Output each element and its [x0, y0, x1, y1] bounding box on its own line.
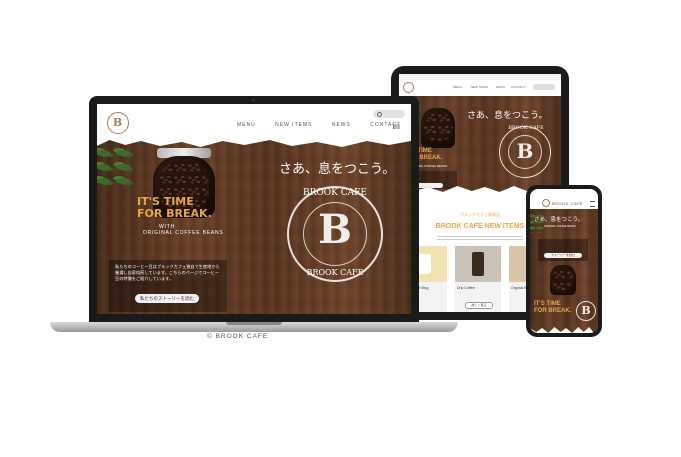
phone-sub-label: ORIGINAL COFFEE BEANS — [544, 225, 576, 228]
laptop-notch — [226, 322, 282, 325]
tablet-navbar: MENU NEW ITEMS NEWS CONTACT — [399, 80, 561, 96]
phone-device: BROOK CAFE さあ、息をつこう。 ORIGINAL COFFEE BEA… — [526, 185, 602, 337]
tablet-section-desc — [437, 236, 523, 242]
phone-story-button[interactable]: ストーリーを読む — [544, 253, 582, 258]
phone-body-box: ストーリーを読む — [538, 239, 588, 261]
laptop-sub-label: WITH ORIGINAL COFFEE BEANS — [143, 224, 224, 236]
laptop-heading: さあ、息をつこう。 — [279, 162, 396, 177]
laptop-body-text: 私たちのコーヒー豆はブルックカフェ独自で生産地から厳選し自家焙煎しています。こち… — [115, 264, 220, 281]
tablet-product-name: Drip Coffee — [457, 286, 475, 290]
tablet-nav-new-items[interactable]: NEW ITEMS — [471, 85, 488, 89]
laptop-logo[interactable]: B — [107, 112, 129, 134]
laptop-tagline: IT'S TIME FOR BREAK. — [137, 195, 212, 220]
nav-new-items[interactable]: NEW ITEMS — [275, 122, 312, 128]
laptop-lid: B MENU NEW ITEMS NEWS CONTACT さあ、息をつこう。 — [89, 96, 419, 322]
laptop-seal-text-bottom: BROOK CAFE — [306, 268, 364, 277]
phone-screen: BROOK CAFE さあ、息をつこう。 ORIGINAL COFFEE BEA… — [530, 189, 598, 333]
laptop-camera — [252, 99, 255, 102]
nav-news[interactable]: NEWS — [332, 122, 351, 128]
tablet-product-button[interactable]: 詳しく見る — [465, 302, 493, 309]
leaf-decoration — [97, 146, 133, 186]
drip-icon — [472, 252, 484, 276]
laptop-body-box: 私たちのコーヒー豆はブルックカフェ独自で生産地から厳選し自家焙煎しています。こち… — [109, 260, 227, 312]
tablet-seal-text: BROOK CAFE — [508, 125, 544, 131]
phone-navbar: BROOK CAFE — [530, 197, 598, 209]
phone-hero: さあ、息をつこう。 ORIGINAL COFFEE BEANS ストーリーを読む… — [530, 209, 598, 333]
tablet-heading: さあ、息をつこう。 — [467, 111, 548, 121]
tablet-hero: さあ、息をつこう。 IT'S TIME FOR BREAK. ORIGINAL … — [399, 96, 561, 192]
phone-beans-image — [552, 269, 574, 291]
phone-seal-logo: B — [576, 301, 596, 321]
tablet-beans-image — [423, 112, 453, 142]
laptop-seal-letter: B — [318, 206, 352, 253]
tablet-seal-letter: B — [516, 139, 534, 163]
laptop-screen: B MENU NEW ITEMS NEWS CONTACT さあ、息をつこう。 — [97, 104, 411, 314]
tablet-search-input[interactable] — [533, 84, 555, 90]
phone-seal-letter: B — [581, 304, 591, 317]
phone-logo[interactable] — [542, 199, 550, 207]
search-icon — [377, 111, 382, 117]
laptop-seal-logo: B BROOK CAFE BROOK CAFE — [287, 186, 383, 282]
tablet-nav-contact[interactable]: CONTACT — [511, 85, 525, 89]
laptop-story-button[interactable]: 私たちのストーリーを読む — [135, 294, 199, 303]
laptop-nav: MENU NEW ITEMS NEWS CONTACT — [237, 122, 401, 128]
nav-menu[interactable]: MENU — [237, 122, 256, 128]
flag-icon[interactable] — [393, 124, 400, 129]
leaf-decoration — [530, 213, 544, 233]
tablet-seal-logo: B BROOK CAFE — [499, 126, 551, 178]
phone-tagline: IT'S TIME FOR BREAK. — [534, 301, 572, 314]
laptop-base — [50, 322, 458, 332]
phone-brand: BROOK CAFE — [552, 201, 584, 206]
hamburger-icon[interactable] — [590, 201, 595, 207]
laptop-hero: さあ、息をつこう。 IT'S TIME FOR BREAK. WITH ORIG… — [97, 140, 411, 314]
tablet-logo[interactable] — [403, 82, 414, 93]
tablet-product-card[interactable]: Drip Coffee 詳しく見る — [455, 246, 501, 312]
laptop-seal-text-top: BROOK CAFE — [303, 188, 367, 198]
laptop-search-input[interactable] — [373, 110, 405, 118]
laptop-navbar: B MENU NEW ITEMS NEWS CONTACT — [97, 104, 411, 144]
laptop-caption: © BROOK CAFE — [207, 333, 269, 340]
laptop-logo-letter: B — [112, 116, 123, 129]
tablet-nav-news[interactable]: NEWS — [496, 85, 505, 89]
tablet-product-image — [455, 246, 501, 282]
tablet-nav-menu[interactable]: MENU — [453, 85, 462, 89]
